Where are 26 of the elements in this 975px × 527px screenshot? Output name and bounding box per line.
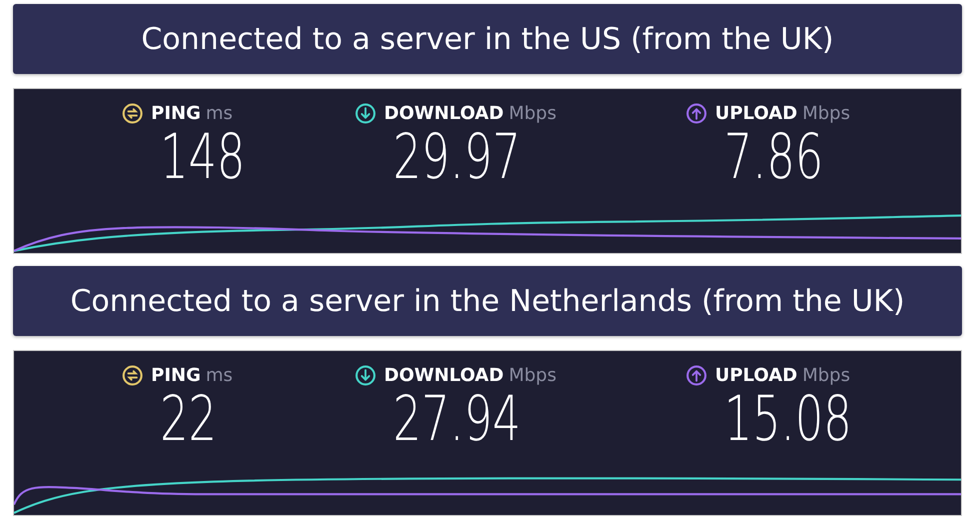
section-title: Connected to a server in the US (from the UK): [13, 4, 962, 74]
upload-icon: [686, 103, 707, 124]
metric-unit: ms: [206, 365, 233, 386]
ping-icon: [122, 365, 143, 386]
metric-value: 22: [160, 388, 217, 450]
section-title: Connected to a server in the Netherlands (from the UK): [13, 266, 962, 336]
metric-label: DOWNLOAD: [384, 103, 504, 124]
metric-unit: Mbps: [508, 365, 556, 386]
metric-unit: Mbps: [802, 365, 850, 386]
metric-label: UPLOAD: [715, 103, 798, 124]
ping-icon: [122, 103, 143, 124]
metric-unit: Mbps: [508, 103, 556, 124]
metric-value: 148: [160, 126, 246, 188]
upload-icon: [686, 365, 707, 386]
metric-value: 7.86: [724, 126, 824, 188]
download-icon: [355, 365, 376, 386]
metric-value: 27.94: [393, 388, 521, 450]
metric-unit: ms: [206, 103, 233, 124]
metric-value: 29.97: [393, 126, 521, 188]
metric-label: PING: [151, 365, 201, 386]
download-icon: [355, 103, 376, 124]
metric-value: 15.08: [724, 388, 852, 450]
metric-label: DOWNLOAD: [384, 365, 504, 386]
metric-label: UPLOAD: [715, 365, 798, 386]
metric-unit: Mbps: [802, 103, 850, 124]
metric-label: PING: [151, 103, 201, 124]
